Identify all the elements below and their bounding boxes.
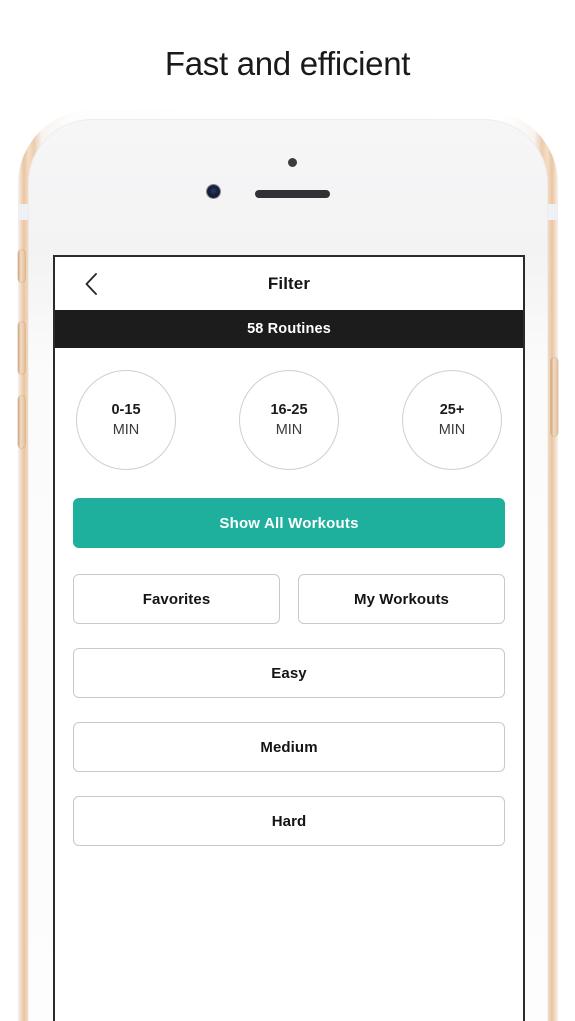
- volume-up-button[interactable]: [18, 322, 25, 374]
- power-button[interactable]: [551, 358, 558, 436]
- front-camera-icon: [207, 185, 220, 198]
- chevron-left-icon: [84, 272, 98, 296]
- duration-unit-label: MIN: [438, 422, 466, 438]
- promo-screenshot-page: Fast and efficient Filter 58 Routines 0-…: [0, 0, 575, 1021]
- duration-filter-0-15[interactable]: 0-15 MIN: [76, 370, 176, 470]
- app-nav-bar: Filter: [55, 257, 523, 310]
- page-title: Fast and efficient: [164, 45, 411, 82]
- difficulty-filter-medium[interactable]: Medium: [73, 722, 505, 772]
- favorites-label: Favorites: [142, 590, 211, 608]
- speaker-grille-icon: [255, 190, 330, 198]
- duration-unit-label: MIN: [112, 422, 140, 438]
- filter-body: 0-15 MIN 16-25 MIN 25+ MIN Show All Work…: [55, 348, 523, 1021]
- my-workouts-label: My Workouts: [354, 590, 449, 608]
- difficulty-filter-easy[interactable]: Easy: [73, 648, 505, 698]
- duration-range-label: 0-15: [111, 402, 141, 418]
- favorites-button[interactable]: Favorites: [73, 574, 280, 624]
- difficulty-filter-hard[interactable]: Hard: [73, 796, 505, 846]
- routine-count-label: 58 Routines: [247, 321, 331, 337]
- routine-count-bar: 58 Routines: [55, 310, 523, 348]
- duration-range-label: 16-25: [270, 402, 308, 418]
- show-all-workouts-button[interactable]: Show All Workouts: [73, 498, 505, 548]
- antenna-line-right: [548, 204, 557, 220]
- silent-switch-button[interactable]: [18, 250, 25, 282]
- difficulty-label-medium: Medium: [260, 738, 318, 756]
- proximity-sensor-icon: [288, 158, 297, 167]
- duration-filter-group: 0-15 MIN 16-25 MIN 25+ MIN: [73, 348, 505, 470]
- duration-unit-label: MIN: [275, 422, 303, 438]
- duration-range-label: 25+: [439, 402, 465, 418]
- nav-title: Filter: [267, 273, 311, 293]
- phone-mockup: Filter 58 Routines 0-15 MIN 16-25 MIN 25…: [14, 110, 562, 1021]
- duration-filter-16-25[interactable]: 16-25 MIN: [239, 370, 339, 470]
- difficulty-label-hard: Hard: [271, 812, 307, 830]
- difficulty-label-easy: Easy: [271, 664, 307, 682]
- duration-filter-25-plus[interactable]: 25+ MIN: [402, 370, 502, 470]
- volume-down-button[interactable]: [18, 396, 25, 448]
- collection-filter-group: Favorites My Workouts: [73, 574, 505, 624]
- my-workouts-button[interactable]: My Workouts: [298, 574, 505, 624]
- antenna-line-left: [19, 204, 28, 220]
- show-all-workouts-label: Show All Workouts: [219, 514, 359, 532]
- phone-screen: Filter 58 Routines 0-15 MIN 16-25 MIN 25…: [53, 255, 525, 1021]
- back-button[interactable]: [69, 257, 113, 310]
